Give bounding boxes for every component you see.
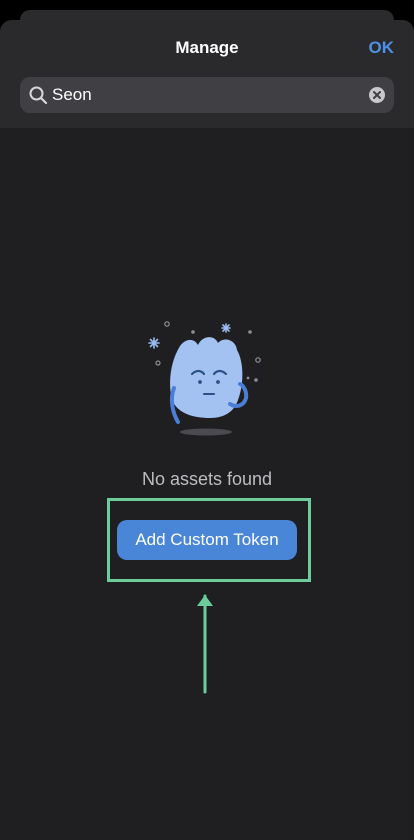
sheet-header: Manage OK bbox=[0, 20, 414, 128]
manage-sheet: Manage OK Seon No assets found Add Custo… bbox=[0, 20, 414, 840]
empty-state-message: No assets found bbox=[141, 469, 273, 489]
ok-button[interactable]: OK bbox=[369, 38, 395, 58]
add-custom-token-button[interactable]: Add Custom Token bbox=[117, 520, 297, 560]
clear-icon[interactable] bbox=[368, 86, 386, 104]
confused-ghost-icon bbox=[148, 321, 261, 436]
search-icon bbox=[29, 86, 48, 105]
search-bar[interactable] bbox=[20, 77, 394, 113]
page-title: Manage bbox=[175, 38, 239, 57]
screen: Manage OK Seon No assets found Add Custo… bbox=[0, 0, 414, 840]
search-input[interactable] bbox=[52, 77, 352, 113]
arrow-up-icon bbox=[197, 594, 213, 694]
